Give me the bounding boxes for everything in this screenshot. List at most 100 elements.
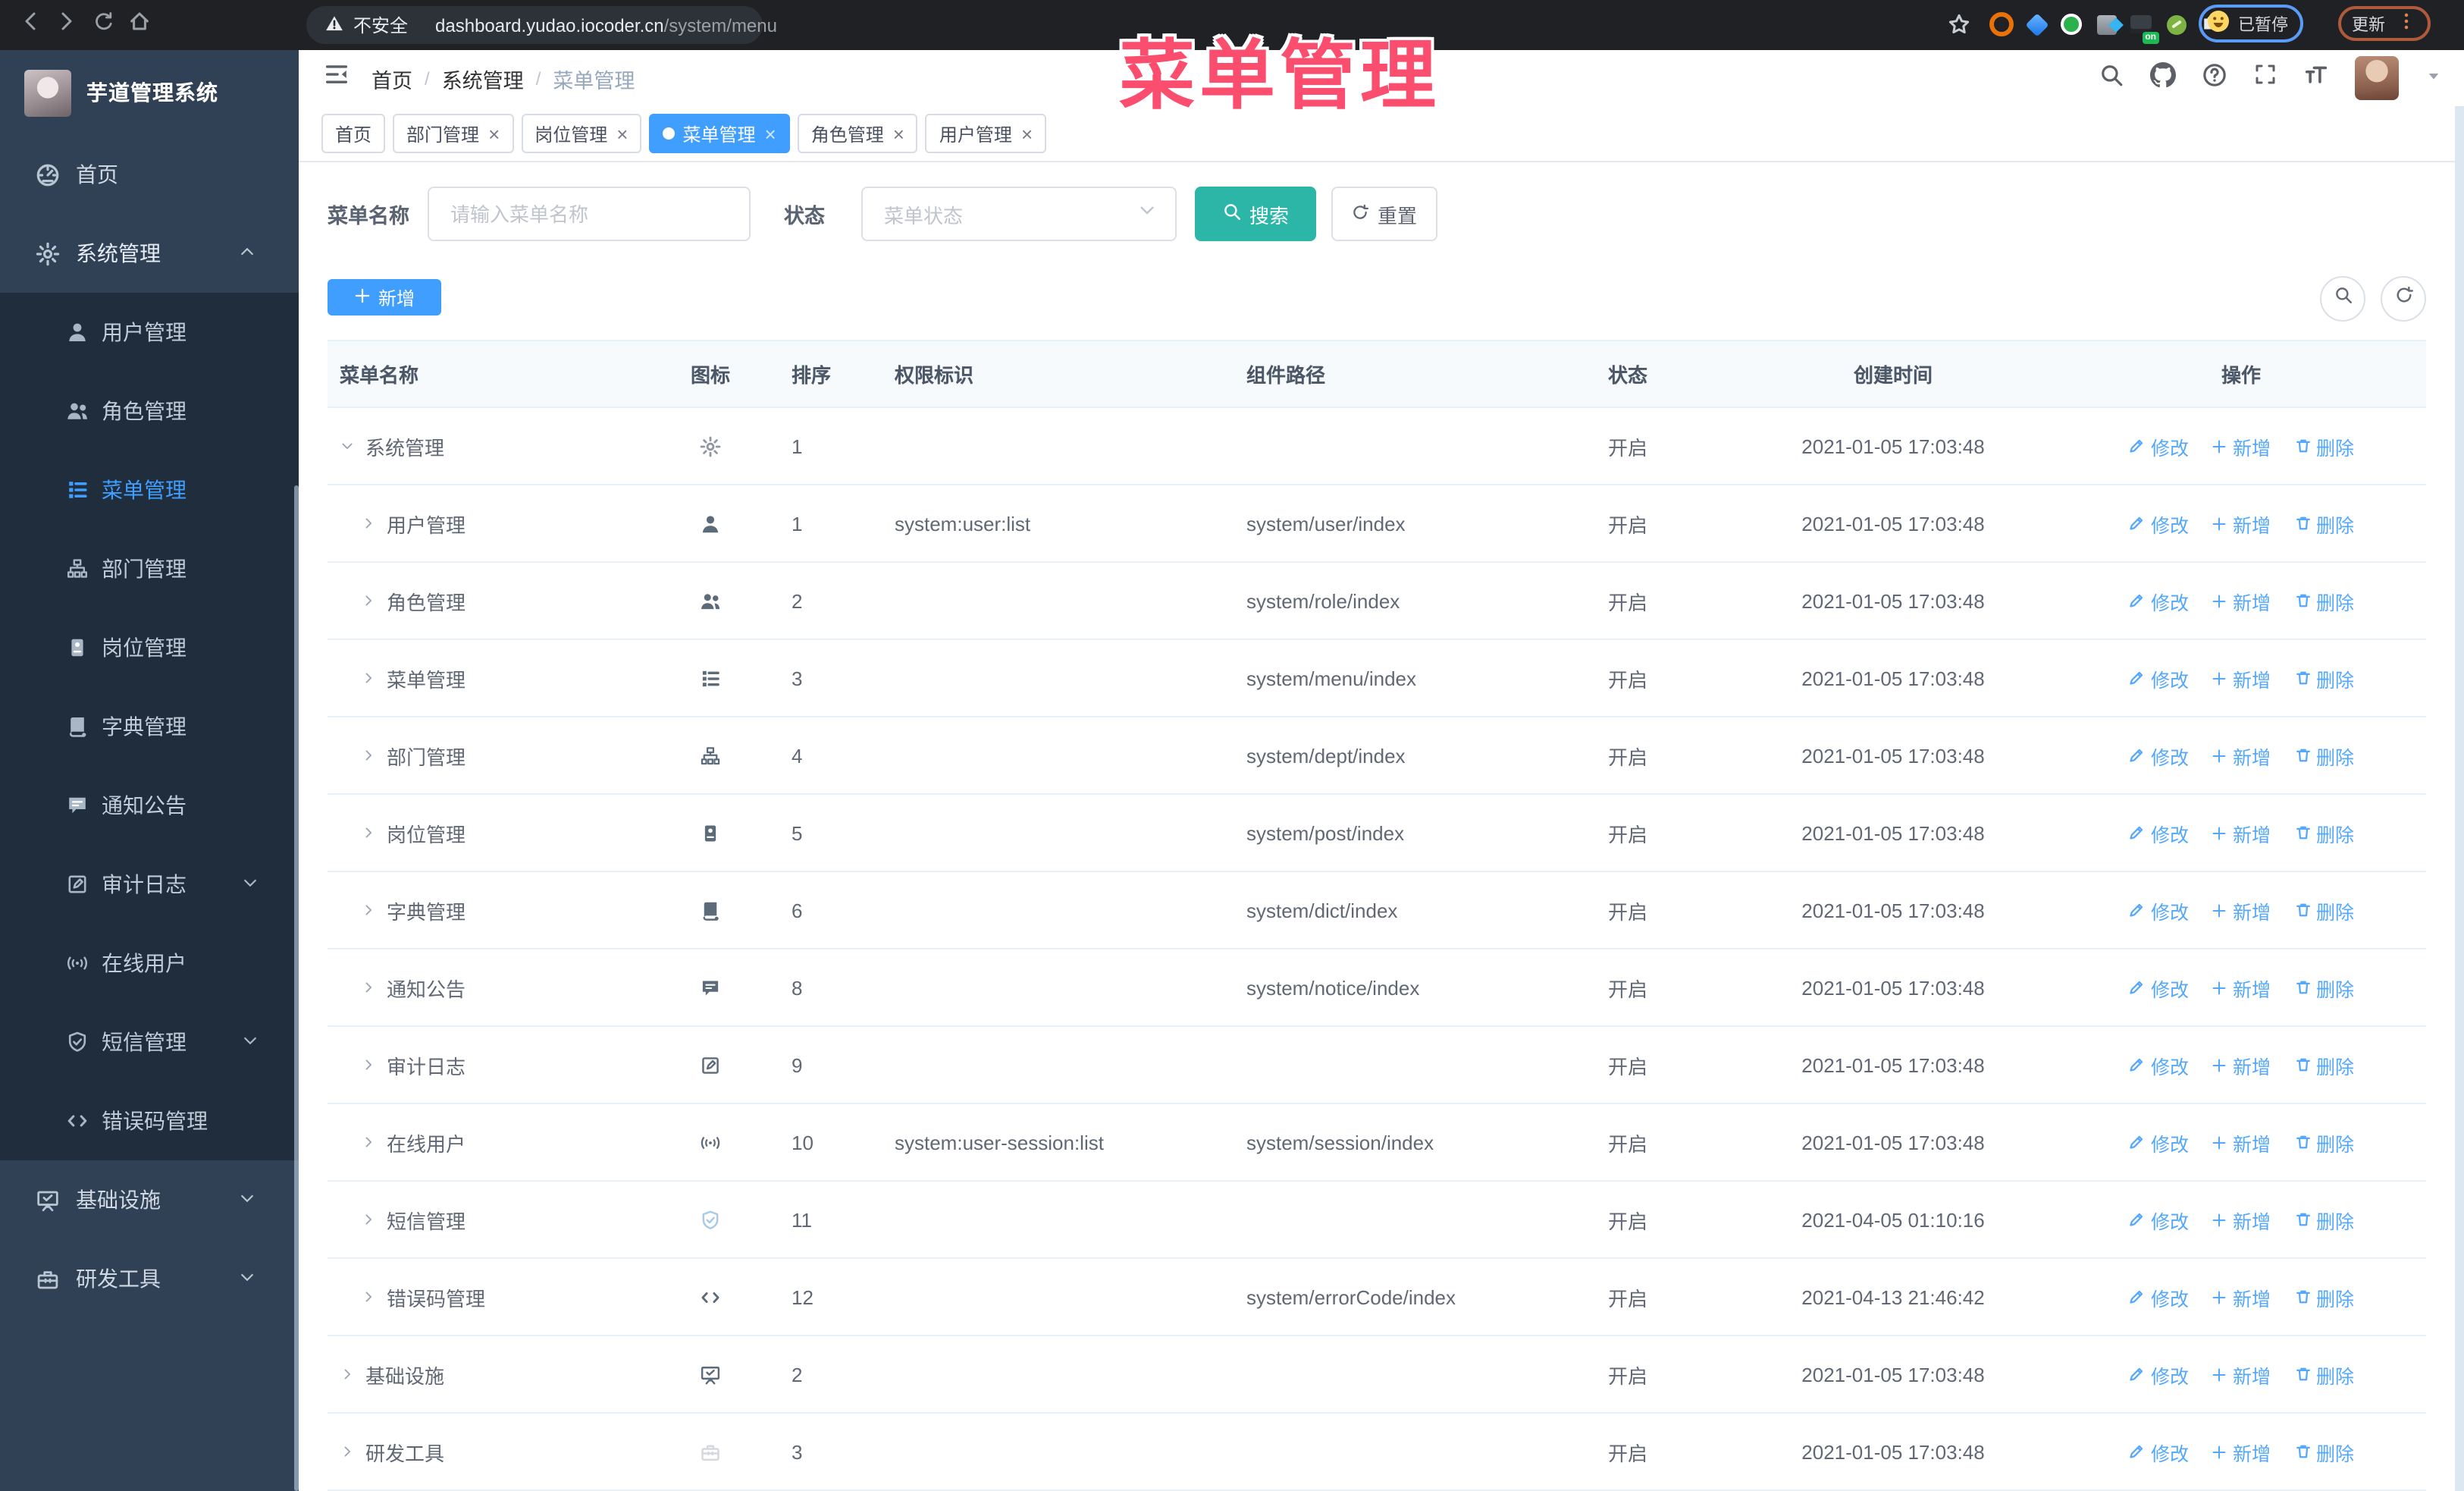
op-edit-link[interactable]: 修改 [2128,1205,2189,1234]
op-delete-link[interactable]: 删除 [2293,432,2354,460]
user-avatar[interactable] [2355,56,2399,101]
github-icon[interactable] [2150,61,2176,95]
status-select[interactable]: 菜单状态 [861,187,1177,241]
header-search-icon[interactable] [2099,61,2124,95]
op-add-link[interactable]: 新增 [2212,896,2271,924]
op-edit-link[interactable]: 修改 [2128,586,2189,615]
font-size-icon[interactable] [2303,61,2329,95]
tab-home[interactable]: 首页 [321,114,386,154]
sidebar-subitem-audit[interactable]: 审计日志 [0,845,299,924]
op-edit-link[interactable]: 修改 [2128,973,2189,1002]
op-add-link[interactable]: 新增 [2212,741,2271,770]
op-delete-link[interactable]: 删除 [2293,1128,2354,1157]
help-icon[interactable] [2202,61,2227,95]
op-delete-link[interactable]: 删除 [2293,1360,2354,1389]
op-delete-link[interactable]: 删除 [2293,973,2354,1002]
op-edit-link[interactable]: 修改 [2128,896,2189,924]
expand-arrow-right-icon[interactable] [361,825,376,840]
expand-arrow-right-icon[interactable] [340,1444,355,1459]
browser-forward-button[interactable] [49,7,85,43]
op-add-link[interactable]: 新增 [2212,818,2271,847]
fold-sidebar-button[interactable] [323,61,350,96]
tab-post[interactable]: 岗位管理 × [521,114,642,154]
tab-menu[interactable]: 菜单管理 × [649,114,790,154]
op-delete-link[interactable]: 删除 [2293,664,2354,692]
fullscreen-icon[interactable] [2253,62,2277,94]
op-edit-link[interactable]: 修改 [2128,432,2189,460]
profile-paused-chip[interactable]: 已暂停 [2199,5,2303,42]
tab-user[interactable]: 用户管理 × [925,114,1047,154]
op-add-link[interactable]: 新增 [2212,973,2271,1002]
extension-icon-drop[interactable] [2024,12,2049,36]
op-add-link[interactable]: 新增 [2212,664,2271,692]
extension-icon-squares[interactable] [2094,12,2118,36]
op-delete-link[interactable]: 删除 [2293,896,2354,924]
op-add-link[interactable]: 新增 [2212,1282,2271,1311]
browser-update-button[interactable]: 更新 [2338,6,2431,41]
expand-arrow-right-icon[interactable] [361,593,376,608]
sidebar-subitem-errcode[interactable]: 错误码管理 [0,1081,299,1160]
op-delete-link[interactable]: 删除 [2293,818,2354,847]
op-edit-link[interactable]: 修改 [2128,1128,2189,1157]
sidebar-subitem-post[interactable]: 岗位管理 [0,608,299,687]
op-delete-link[interactable]: 删除 [2293,1050,2354,1079]
browser-back-button[interactable] [12,7,49,43]
op-add-link[interactable]: 新增 [2212,1128,2271,1157]
expand-arrow-right-icon[interactable] [361,1212,376,1227]
sidebar-subitem-dict[interactable]: 字典管理 [0,687,299,766]
breadcrumb-home[interactable]: 首页 [371,63,412,93]
expand-arrow-right-icon[interactable] [361,748,376,763]
browser-reload-button[interactable] [85,7,121,43]
op-delete-link[interactable]: 删除 [2293,1437,2354,1466]
expand-arrow-right-icon[interactable] [361,980,376,995]
toggle-search-button[interactable] [2320,276,2365,322]
refresh-table-button[interactable] [2381,276,2426,322]
op-edit-link[interactable]: 修改 [2128,664,2189,692]
sidebar-item-tools[interactable]: 研发工具 [0,1239,299,1318]
expand-arrow-right-icon[interactable] [340,1367,355,1382]
breadcrumb-system[interactable]: 系统管理 [442,63,524,93]
menu-name-input[interactable] [428,187,751,241]
sidebar-item-infra[interactable]: 基础设施 [0,1160,299,1239]
tab-close-icon[interactable]: × [1021,124,1033,143]
op-edit-link[interactable]: 修改 [2128,818,2189,847]
reset-button[interactable]: 重置 [1331,187,1437,241]
op-add-link[interactable]: 新增 [2212,1437,2271,1466]
op-edit-link[interactable]: 修改 [2128,509,2189,538]
tab-close-icon[interactable]: × [488,124,500,143]
extension-icon-ring[interactable] [1989,12,2014,36]
sidebar-subitem-user[interactable]: 用户管理 [0,293,299,372]
avatar-caret-down-icon[interactable] [2425,64,2443,92]
tab-dept[interactable]: 部门管理 × [393,114,514,154]
sidebar-subitem-menu[interactable]: 菜单管理 [0,450,299,529]
sidebar-subitem-online[interactable]: 在线用户 [0,924,299,1003]
extension-icon-key[interactable] [2164,12,2188,36]
sidebar-subitem-dept[interactable]: 部门管理 [0,529,299,608]
sidebar-item-home[interactable]: 首页 [0,135,299,214]
sidebar-item-system[interactable]: 系统管理 [0,214,299,293]
op-add-link[interactable]: 新增 [2212,432,2271,460]
op-add-link[interactable]: 新增 [2212,1360,2271,1389]
op-delete-link[interactable]: 删除 [2293,586,2354,615]
extension-icon-green[interactable] [2059,12,2083,36]
op-add-link[interactable]: 新增 [2212,1050,2271,1079]
expand-arrow-right-icon[interactable] [361,902,376,918]
sidebar-subitem-notice[interactable]: 通知公告 [0,766,299,845]
bookmark-star-button[interactable] [1947,12,1971,44]
address-bar[interactable]: 不安全 dashboard.yudao.iocoder.cn/system/me… [306,6,777,44]
extension-icon-proxy[interactable]: on [2129,12,2159,44]
op-add-link[interactable]: 新增 [2212,509,2271,538]
tab-close-icon[interactable]: × [765,124,776,143]
app-logo-row[interactable]: 芋道管理系统 [0,50,299,135]
op-delete-link[interactable]: 删除 [2293,1205,2354,1234]
op-delete-link[interactable]: 删除 [2293,509,2354,538]
op-edit-link[interactable]: 修改 [2128,741,2189,770]
op-edit-link[interactable]: 修改 [2128,1282,2189,1311]
add-button[interactable]: 新增 [328,279,441,315]
op-delete-link[interactable]: 删除 [2293,1282,2354,1311]
tab-close-icon[interactable]: × [893,124,904,143]
tab-close-icon[interactable]: × [616,124,628,143]
expand-arrow-down-icon[interactable] [340,438,355,454]
op-edit-link[interactable]: 修改 [2128,1437,2189,1466]
expand-arrow-right-icon[interactable] [361,1289,376,1304]
